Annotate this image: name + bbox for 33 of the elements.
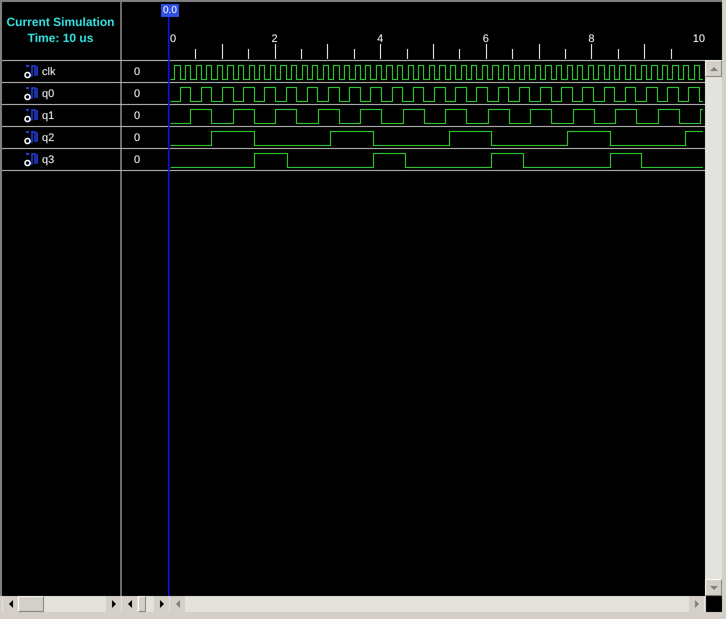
scroll-right-button[interactable] [106, 596, 121, 612]
scroll-thumb[interactable] [138, 596, 146, 612]
signal-icon [24, 87, 38, 100]
tick-label: 6 [482, 33, 489, 45]
tick-label: 2 [272, 33, 278, 45]
scroll-thumb[interactable] [18, 596, 44, 612]
scroll-left-button[interactable] [122, 596, 137, 612]
signal-icon [24, 109, 38, 122]
signal-value: 0 [134, 132, 140, 144]
signal-name[interactable]: q1 [42, 110, 54, 122]
signal-name[interactable]: clk [42, 66, 56, 78]
signal-icon [24, 153, 38, 166]
signal-name[interactable]: q3 [42, 154, 54, 166]
tick-label: 4 [377, 33, 384, 45]
signal-icon [24, 131, 38, 144]
signal-value: 0 [134, 154, 140, 166]
signal-name[interactable]: q0 [42, 88, 54, 100]
scroll-down-button[interactable] [705, 579, 722, 596]
signal-icon [24, 65, 38, 78]
simulation-time-title: Current Simulation Time: 10 us [5, 14, 116, 46]
cursor-time-label[interactable]: 0.0 [161, 4, 179, 17]
signal-value: 0 [134, 110, 140, 122]
tick-label: 10 [692, 33, 705, 45]
signal-name[interactable]: q2 [42, 132, 54, 144]
scroll-right-button[interactable] [154, 596, 169, 612]
corner-block [706, 596, 722, 612]
vertical-scrollbar[interactable] [705, 77, 722, 579]
scroll-up-button[interactable] [705, 60, 722, 77]
tick-label: 8 [588, 33, 594, 45]
scroll-left-button[interactable] [3, 596, 18, 612]
tick-label: 0 [170, 33, 176, 45]
signal-value: 0 [134, 88, 140, 100]
signal-value: 0 [134, 66, 140, 78]
